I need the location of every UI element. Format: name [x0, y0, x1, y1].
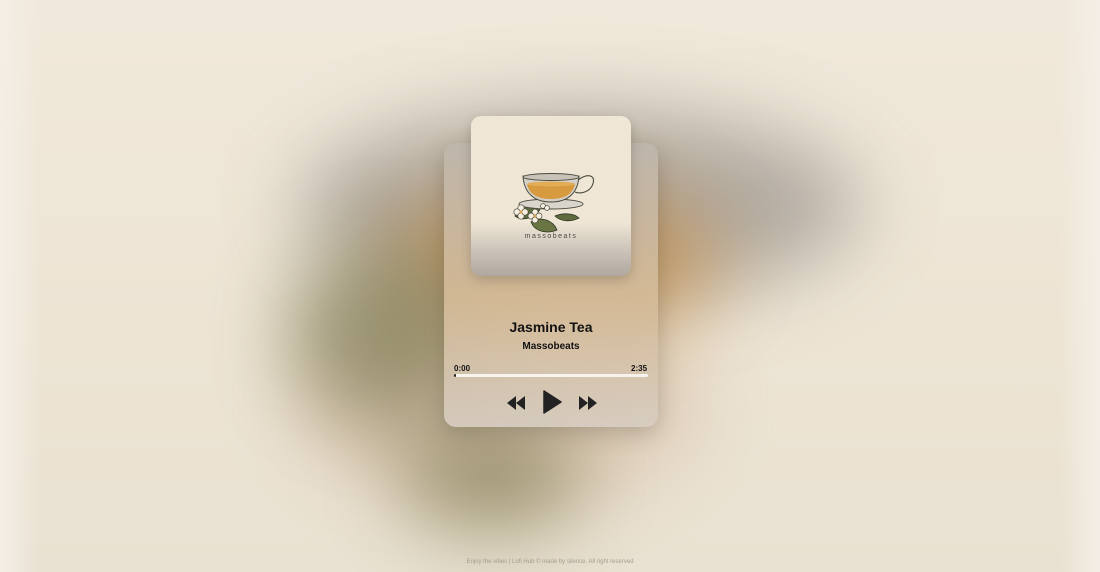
background-blur-olive-lower	[400, 420, 580, 530]
teacup-icon	[513, 173, 595, 233]
song-artist: Massobeats	[522, 341, 580, 352]
fast-forward-icon[interactable]	[578, 396, 598, 410]
play-icon[interactable]	[542, 390, 562, 414]
song-title: Jasmine Tea	[509, 319, 593, 335]
background-edge-right	[1060, 0, 1100, 572]
current-time: 0:00	[454, 364, 471, 373]
background-edge-left	[0, 0, 40, 572]
progress-fill	[454, 374, 456, 377]
progress-bar[interactable]	[454, 374, 648, 377]
album-cover: massobeats	[471, 116, 631, 276]
footer-text: Enjoy the vibes | Lofi Hub © made by sil…	[466, 559, 634, 565]
rewind-icon[interactable]	[506, 396, 526, 410]
duration-time: 2:35	[631, 364, 648, 373]
cover-brand-text: massobeats	[524, 233, 578, 240]
